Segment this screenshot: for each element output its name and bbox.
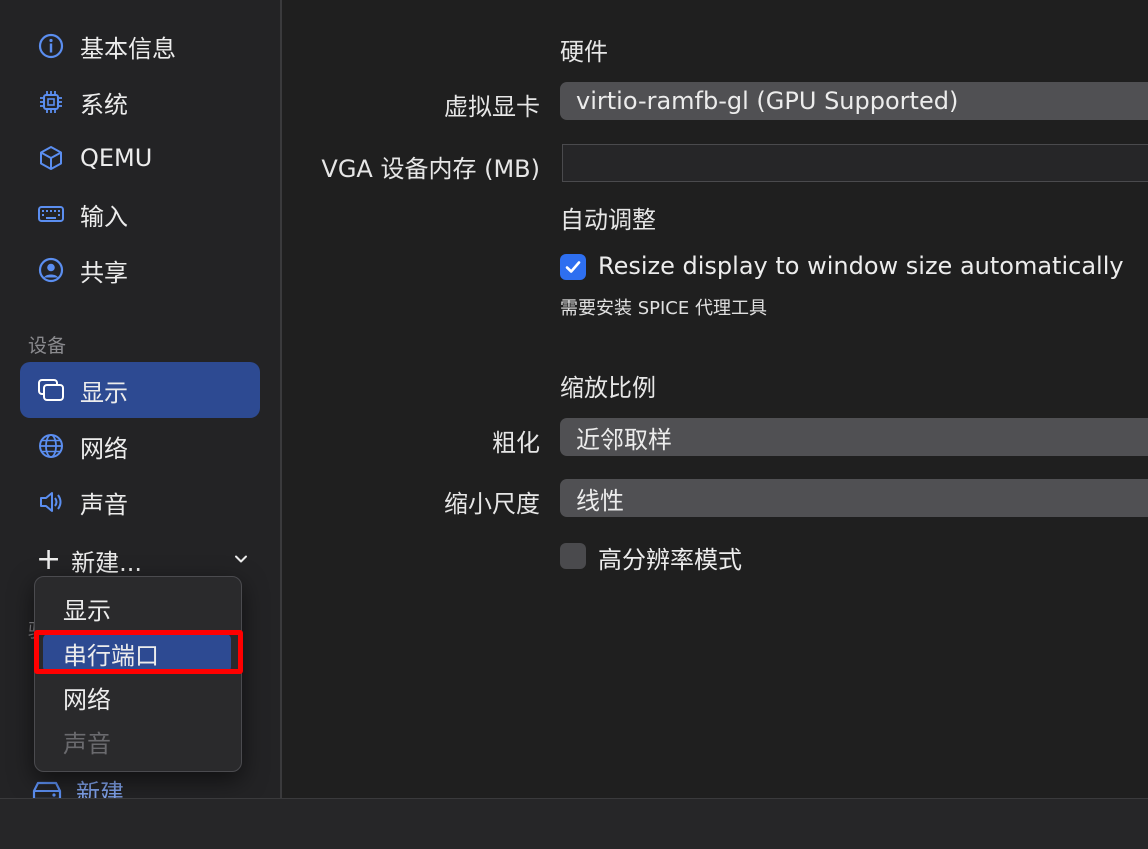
gpu-select[interactable]: virtio-ramfb-gl (GPU Supported) — [560, 82, 1148, 120]
sidebar-item-sound[interactable]: 声音 — [20, 474, 260, 530]
plus-icon: + — [36, 542, 62, 577]
upscaling-select-value: 近邻取样 — [576, 425, 672, 454]
sidebar-item-system[interactable]: 系统 — [20, 74, 260, 130]
gpu-label: 虚拟显卡 — [444, 93, 540, 121]
sidebar-item-qemu[interactable]: QEMU — [20, 130, 260, 186]
new-device-label: 新建... — [71, 548, 143, 577]
sidebar-item-label: 系统 — [80, 90, 128, 119]
menu-item-sound: 声音 — [63, 729, 111, 758]
menu-item-display[interactable]: 显示 — [43, 589, 231, 627]
menu-item-network[interactable]: 网络 — [43, 678, 231, 716]
sidebar-item-sharing[interactable]: 共享 — [20, 242, 260, 298]
sidebar-item-input[interactable]: 输入 — [20, 186, 260, 242]
cpu-icon — [34, 85, 68, 119]
sidebar-item-label: 输入 — [80, 202, 128, 231]
resize-display-checkbox[interactable] — [560, 254, 586, 280]
retina-mode-label: 高分辨率模式 — [598, 546, 742, 574]
scaling-section-title: 缩放比例 — [560, 374, 656, 402]
cube-icon — [34, 141, 68, 175]
keyboard-icon — [34, 197, 68, 231]
auto-resize-section-title: 自动调整 — [560, 206, 656, 234]
downscaling-select[interactable]: 线性 — [560, 479, 1148, 517]
bottom-bar — [0, 798, 1148, 849]
gpu-select-value: virtio-ramfb-gl (GPU Supported) — [576, 87, 959, 115]
info-icon — [34, 29, 68, 63]
globe-icon — [34, 429, 68, 463]
sidebar: 基本信息 系统 QEMU 输入 共享 设备 显示 网络 声音 + 新建... 新… — [0, 0, 282, 807]
resize-display-label: Resize display to window size automatica… — [598, 252, 1124, 280]
devices-section-header: 设备 — [28, 335, 67, 357]
sidebar-item-label: 基本信息 — [80, 34, 176, 63]
speaker-icon — [34, 485, 68, 519]
hardware-section-title: 硬件 — [560, 38, 608, 66]
sidebar-item-info[interactable]: 基本信息 — [20, 18, 260, 74]
highlight-annotation-box — [34, 630, 243, 674]
sidebar-item-label: 网络 — [80, 434, 128, 463]
new-device-button[interactable]: + 新建... — [36, 540, 250, 580]
person-circle-icon — [34, 253, 68, 287]
sidebar-item-label: QEMU — [80, 144, 153, 172]
new-device-menu: 显示 串行端口 网络 声音 — [34, 576, 242, 772]
chevron-down-icon — [232, 546, 250, 574]
display-settings-panel: 硬件 虚拟显卡 virtio-ramfb-gl (GPU Supported) … — [282, 0, 1148, 798]
sidebar-item-label: 显示 — [80, 378, 128, 407]
upscaling-select[interactable]: 近邻取样 — [560, 418, 1148, 456]
downscaling-label: 缩小尺度 — [444, 490, 540, 518]
vga-memory-field[interactable] — [562, 144, 1148, 182]
retina-mode-checkbox[interactable] — [560, 543, 586, 569]
upscaling-label: 粗化 — [492, 429, 540, 457]
sidebar-item-label: 共享 — [80, 258, 128, 287]
checkmark-icon — [563, 257, 583, 277]
spice-note: 需要安装 SPICE 代理工具 — [560, 298, 767, 319]
sidebar-item-display[interactable]: 显示 — [20, 362, 260, 418]
sidebar-item-label: 声音 — [80, 490, 128, 519]
downscaling-select-value: 线性 — [576, 486, 624, 515]
display-icon — [34, 373, 68, 407]
sidebar-item-network[interactable]: 网络 — [20, 418, 260, 474]
vga-memory-label: VGA 设备内存 (MB) — [321, 155, 540, 183]
